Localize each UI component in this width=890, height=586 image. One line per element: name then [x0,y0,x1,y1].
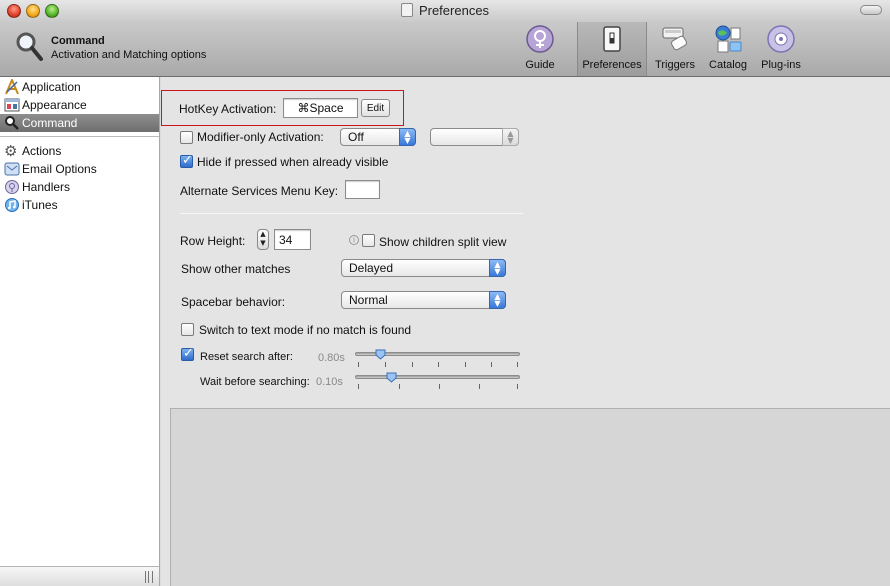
slider-track [355,375,520,379]
sidebar: Application Appearance Command ⚙ Actions… [0,77,160,586]
application-icon [5,79,19,95]
sidebar-item-appearance[interactable]: Appearance [0,96,159,114]
page-title: Command [51,35,105,47]
preferences-switch-icon [603,26,621,52]
slider-tick [385,362,386,367]
info-icon[interactable]: i [349,235,359,245]
slider-tick [517,362,518,367]
hide-if-visible-checkbox[interactable] [180,153,193,168]
page-subtitle: Activation and Matching options [51,49,207,61]
row-height-stepper[interactable]: ▲ ▼ [257,229,269,250]
guide-icon [526,25,554,53]
section-separator [180,213,523,214]
popup-arrows-icon: ▲ ▼ [489,259,506,277]
children-split-checkbox[interactable] [362,234,375,247]
wait-before-label: Wait before searching: [200,376,310,388]
hide-if-visible-label: Hide if pressed when already visible [197,155,389,169]
slider-tick [399,384,400,389]
alt-services-field[interactable] [345,180,380,199]
reset-search-label: Reset search after: [200,351,293,363]
modifier-only-popup[interactable]: Off ▲ ▼ [340,128,416,146]
row-height-label: Row Height: [180,234,246,248]
catalog-icon [715,25,742,53]
magnifier-icon [16,32,43,61]
sidebar-item-command[interactable]: Command [0,114,159,132]
slider-thumb[interactable] [375,349,386,360]
sidebar-item-application[interactable]: Application [0,78,159,96]
sidebar-resize-bar[interactable] [0,566,159,586]
row-height-field[interactable]: 34 [274,229,311,250]
resize-grip-icon[interactable] [145,571,153,583]
other-matches-label: Show other matches [181,262,291,276]
itunes-icon [5,198,19,212]
alt-services-label: Alternate Services Menu Key: [180,184,339,198]
spacebar-popup[interactable]: Normal ▲ ▼ [341,291,506,309]
toolbar-toggle-button[interactable] [860,5,882,15]
sidebar-item-handlers[interactable]: Handlers [0,178,159,196]
document-icon [400,3,413,17]
magnifier-icon [5,116,19,130]
popup-arrows-icon: ▲ ▼ [399,128,416,146]
toolbar-triggers[interactable]: Triggers [650,22,700,76]
bottom-pane [170,408,890,586]
slider-thumb[interactable] [386,372,397,383]
text-mode-checkbox[interactable] [181,323,194,336]
slider-tick [358,362,359,367]
popup-arrows-icon: ▲ ▼ [502,128,519,146]
window-toolbar: Preferences Command Activation and Match… [0,0,890,77]
plugins-icon [767,25,795,53]
popup-arrows-icon: ▲ ▼ [489,291,506,309]
reset-search-value: 0.80s [318,352,345,364]
modifier-only-label: Modifier-only Activation: [197,130,324,144]
toolbar-guide[interactable]: Guide [518,22,562,76]
toolbar-preferences[interactable]: Preferences [577,22,647,76]
slider-tick [491,362,492,367]
slider-tick [479,384,480,389]
slider-tick [358,384,359,389]
other-matches-popup[interactable]: Delayed ▲ ▼ [341,259,506,277]
sidebar-item-email-options[interactable]: Email Options [0,160,159,178]
hotkey-edit-button[interactable]: Edit [361,99,390,117]
sidebar-item-itunes[interactable]: iTunes [0,196,159,214]
slider-tick [412,362,413,367]
wait-before-value: 0.10s [316,376,343,388]
reset-search-checkbox[interactable] [181,346,194,361]
window-title: Preferences [0,3,890,18]
modifier-only-checkbox[interactable] [180,131,193,144]
spacebar-label: Spacebar behavior: [181,295,286,309]
appearance-icon [4,98,20,112]
children-split-label: Show children split view [379,235,507,249]
hotkey-field[interactable]: ⌘Space [283,98,358,118]
sidebar-item-actions[interactable]: ⚙ Actions [0,142,159,160]
slider-tick [439,384,440,389]
toolbar-plugins[interactable]: Plug-ins [754,22,808,76]
sidebar-divider [0,136,159,137]
slider-tick [517,384,518,389]
gear-icon: ⚙ [4,142,18,160]
hotkey-label: HotKey Activation: [179,102,277,116]
handlers-icon [5,180,19,194]
triggers-icon [662,27,687,51]
modifier-key-popup: ▲ ▼ [430,128,519,146]
toolbar-catalog[interactable]: Catalog [705,22,751,76]
command-preferences-pane: HotKey Activation: ⌘Space Edit Modifier-… [161,77,890,586]
email-icon [4,162,20,176]
text-mode-label: Switch to text mode if no match is found [199,323,412,337]
slider-tick [465,362,466,367]
slider-tick [438,362,439,367]
